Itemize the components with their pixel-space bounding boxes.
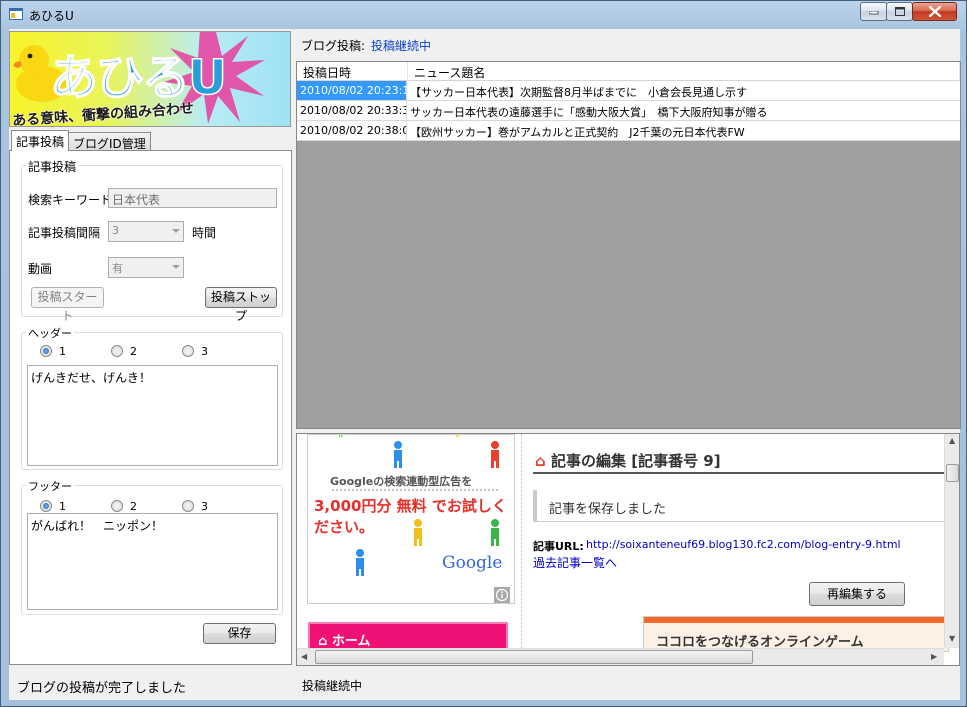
news-row[interactable]: 2010/08/02 20:38:01 【欧州サッカー】巻がアムカルと正式契約 … bbox=[297, 121, 960, 141]
vertical-scrollbar[interactable]: ▲ ▼ bbox=[944, 434, 959, 648]
news-listview[interactable]: 投稿日時 ニュース題名 2010/08/02 20:23:13 【サッカー日本代… bbox=[296, 61, 961, 429]
home-icon: ⌂ bbox=[318, 634, 332, 649]
save-button[interactable]: 保存 bbox=[203, 623, 276, 644]
header-radio-1-label: 1 bbox=[59, 345, 66, 358]
ad-banner[interactable]: " " Googleの検索連動型広告を 3,000円分 無料 でお試しください。… bbox=[307, 434, 515, 604]
saved-message-box: 記事を保存しました bbox=[533, 490, 949, 522]
interval-label: 記事投稿間隔 bbox=[28, 226, 101, 240]
status-message: ブログの投稿が完了しました bbox=[17, 681, 187, 696]
footer-radio-1[interactable] bbox=[40, 500, 52, 512]
news-row[interactable]: 2010/08/02 20:23:13 【サッカー日本代表】次期監督8月半ばまで… bbox=[297, 81, 960, 101]
keyword-input[interactable]: 日本代表 bbox=[108, 188, 277, 208]
app-window: あひるU あひるU ある意味、衝撃の組み合わせ 記事投稿 ブログID管理 記事投… bbox=[0, 0, 967, 707]
chevron-down-icon bbox=[172, 265, 180, 269]
footer-radio-3[interactable] bbox=[182, 500, 194, 512]
video-label: 動画 bbox=[28, 262, 53, 276]
heading-underline bbox=[533, 472, 949, 474]
scroll-up-icon[interactable]: ▲ bbox=[949, 436, 955, 445]
news-row[interactable]: 2010/08/02 20:33:35 サッカー日本代表の遠藤選手に「感動大阪大… bbox=[297, 101, 960, 121]
horizontal-scroll-thumb[interactable] bbox=[315, 650, 753, 664]
header-radio-1[interactable] bbox=[40, 345, 52, 357]
web-browser[interactable]: " " Googleの検索連動型広告を 3,000円分 無料 でお試しください。… bbox=[296, 433, 960, 666]
tab-post[interactable]: 記事投稿 bbox=[11, 130, 70, 151]
maximize-button[interactable] bbox=[886, 2, 913, 21]
ad-line2: 3,000円分 無料 でお試しください。 bbox=[314, 497, 507, 536]
info-icon[interactable] bbox=[494, 587, 510, 603]
footer-radio-2[interactable] bbox=[111, 500, 123, 512]
news-row-datetime: 2010/08/02 20:38:01 bbox=[297, 121, 407, 140]
client-area: あひるU ある意味、衝撃の組み合わせ 記事投稿 ブログID管理 記事投稿 検索キ… bbox=[9, 29, 961, 700]
window-title: あひるU bbox=[29, 9, 74, 23]
interval-select[interactable]: 3 bbox=[108, 221, 184, 242]
video-select-value: 有 bbox=[112, 262, 123, 275]
tab-blog-id[interactable]: ブログID管理 bbox=[68, 132, 151, 151]
horizontal-scrollbar[interactable]: ◀ ▶ bbox=[297, 648, 944, 665]
ad-google-logo: Google bbox=[442, 553, 503, 573]
status-posting: 投稿継続中 bbox=[302, 679, 363, 693]
scroll-right-icon[interactable]: ▶ bbox=[931, 652, 937, 661]
column-header-title[interactable]: ニュース題名 bbox=[408, 62, 960, 81]
svg-text:": " bbox=[455, 435, 461, 446]
edit-heading: ⌂ 記事の編集 [記事番号 9] bbox=[535, 450, 721, 471]
banner-logo-text: あひるU bbox=[49, 49, 227, 107]
keyword-label: 検索キーワード bbox=[28, 193, 113, 207]
minimize-button[interactable] bbox=[860, 2, 887, 21]
footer-radio-3-label: 3 bbox=[201, 500, 208, 513]
header-radio-2[interactable] bbox=[111, 345, 123, 357]
video-select[interactable]: 有 bbox=[108, 257, 184, 278]
blog-status-label: ブログ投稿: bbox=[301, 39, 366, 53]
title-bar[interactable]: あひるU bbox=[1, 1, 966, 29]
footer-group-title: フッター bbox=[26, 478, 74, 494]
stop-post-button[interactable]: 投稿ストップ bbox=[205, 287, 277, 323]
news-row-title: 【サッカー日本代表】次期監督8月半ばまでに 小倉会長見通し示す bbox=[410, 86, 747, 99]
blog-status-value: 投稿継続中 bbox=[371, 39, 432, 53]
url-label: 記事URL: bbox=[533, 540, 584, 553]
ad-line1: Googleの検索連動型広告を bbox=[330, 475, 473, 488]
news-row-datetime: 2010/08/02 20:23:13 bbox=[297, 81, 407, 100]
header-radio-3[interactable] bbox=[182, 345, 194, 357]
interval-unit: 時間 bbox=[192, 226, 217, 240]
footer-radio-2-label: 2 bbox=[130, 500, 137, 513]
footer-radio-1-label: 1 bbox=[59, 500, 66, 513]
tab-panel-post: 記事投稿 検索キーワード 日本代表 記事投稿間隔 3 時間 動画 有 投稿スター… bbox=[9, 150, 292, 665]
column-header-datetime[interactable]: 投稿日時 bbox=[297, 62, 408, 81]
scroll-down-icon[interactable]: ▼ bbox=[949, 634, 955, 643]
news-row-datetime: 2010/08/02 20:33:35 bbox=[297, 101, 407, 120]
interval-select-value: 3 bbox=[112, 224, 119, 237]
header-group-title: ヘッダー bbox=[26, 325, 74, 341]
house-icon: ⌂ bbox=[535, 452, 546, 470]
app-icon bbox=[9, 8, 23, 20]
past-entries-link[interactable]: 過去記事一覧へ bbox=[533, 554, 617, 571]
promo-banner[interactable]: ココロをつなげるオンラインゲーム bbox=[643, 616, 949, 652]
header-radio-2-label: 2 bbox=[130, 345, 137, 358]
banner: あひるU ある意味、衝撃の組み合わせ bbox=[9, 31, 291, 127]
post-group-title: 記事投稿 bbox=[26, 158, 79, 175]
news-row-title: 【欧州サッカー】巻がアムカルと正式契約 J2千葉の元日本代表FW bbox=[410, 126, 745, 139]
close-icon bbox=[929, 6, 941, 17]
home-label: ホーム bbox=[331, 634, 371, 649]
news-row-title: サッカー日本代表の遠藤選手に「感動大阪大賞」 橋下大阪府知事が贈る bbox=[410, 106, 768, 119]
start-post-button[interactable]: 投稿スタート bbox=[31, 287, 104, 323]
minimize-icon bbox=[869, 11, 879, 15]
entry-url-link[interactable]: http://soixanteneuf69.blog130.fc2.com/bl… bbox=[586, 538, 901, 551]
header-textarea[interactable]: げんきだせ、げんき！ bbox=[27, 365, 278, 466]
edit-heading-text: 記事の編集 [記事番号 9] bbox=[550, 452, 721, 470]
chevron-down-icon bbox=[172, 229, 180, 233]
reedit-button[interactable]: 再編集する bbox=[809, 582, 905, 606]
scroll-left-icon[interactable]: ◀ bbox=[301, 652, 307, 661]
vertical-scroll-thumb[interactable] bbox=[946, 464, 959, 482]
svg-text:": " bbox=[338, 435, 344, 446]
header-radio-3-label: 3 bbox=[201, 345, 208, 358]
column-divider bbox=[521, 434, 522, 654]
footer-textarea[interactable]: がんばれ！ ニッポン！ bbox=[27, 513, 278, 610]
close-button[interactable] bbox=[912, 2, 957, 21]
maximize-icon bbox=[895, 7, 905, 16]
